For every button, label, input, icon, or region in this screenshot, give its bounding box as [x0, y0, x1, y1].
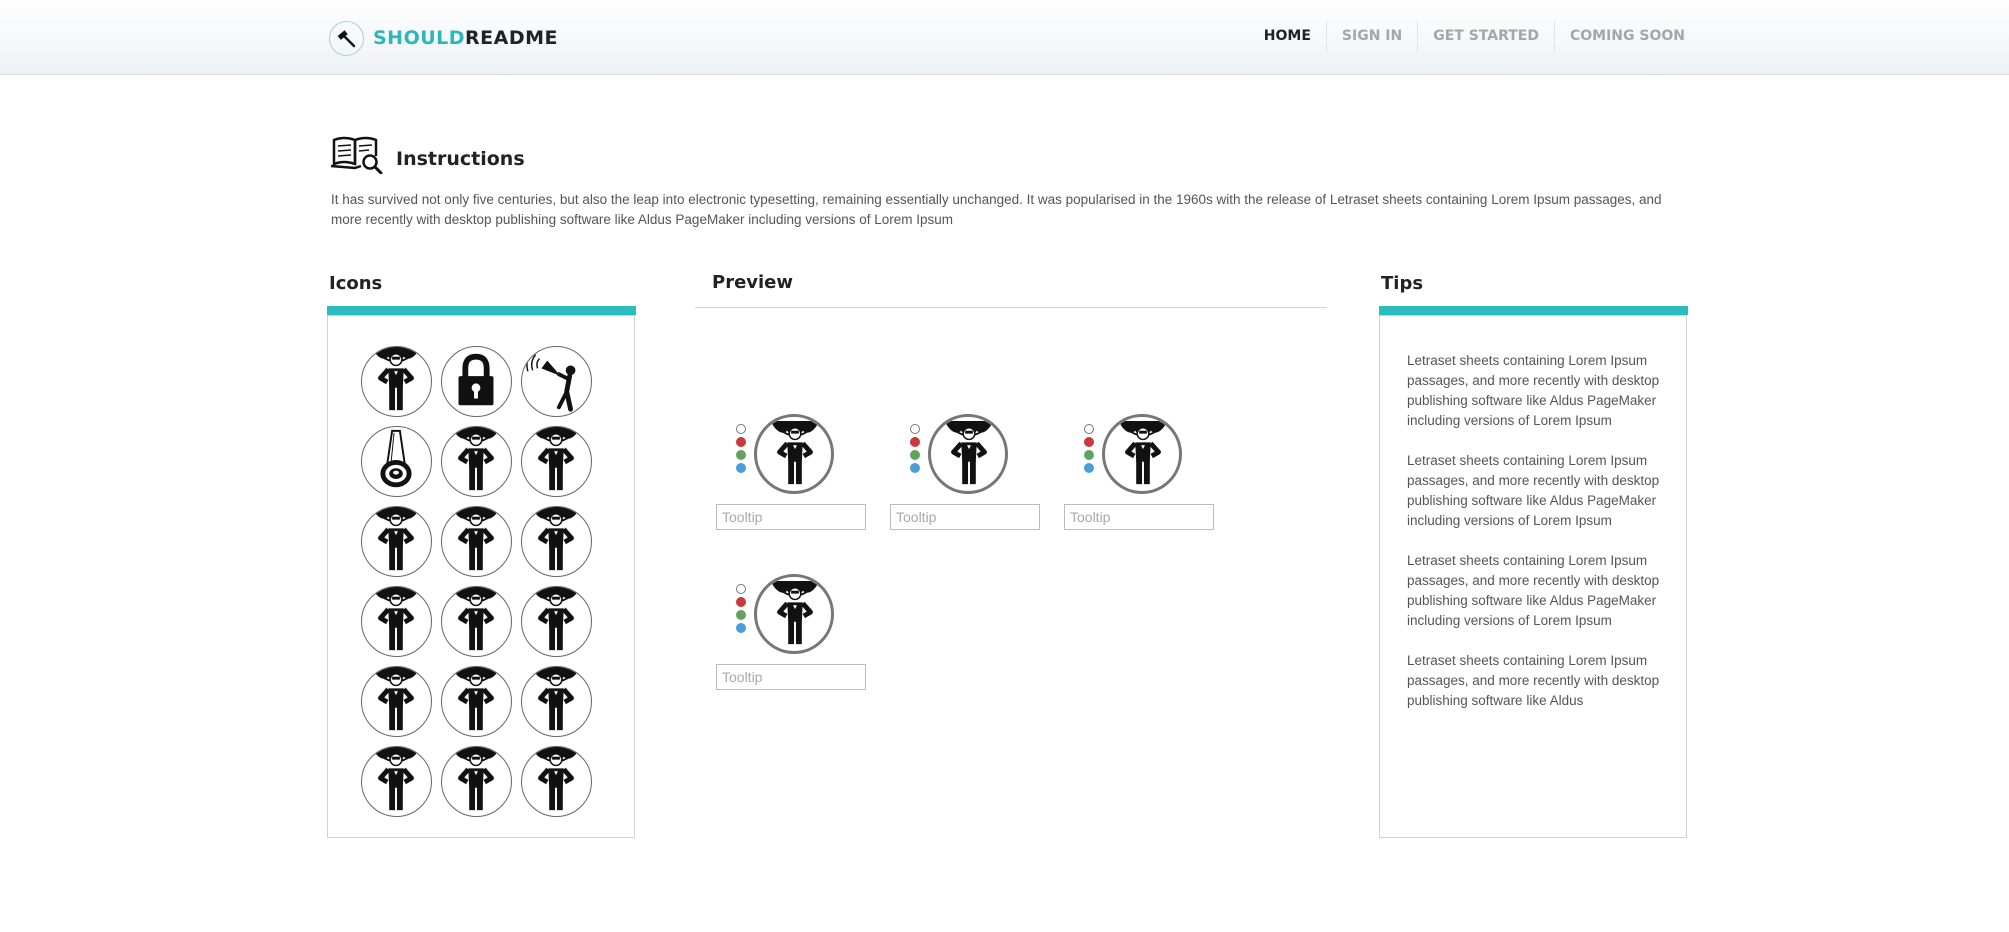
icon-option[interactable] [361, 426, 432, 497]
preview-item [716, 574, 866, 690]
logo-text: SHOULDREADME [373, 27, 558, 49]
tip-item: Letraset sheets containing Lorem Ipsum p… [1407, 353, 1660, 428]
icon-option[interactable] [521, 586, 592, 657]
color-picker [736, 584, 748, 636]
logo[interactable]: SHOULDREADME [329, 20, 558, 56]
tooltip-input[interactable] [1064, 504, 1214, 530]
instructions-text: It has survived not only five centuries,… [331, 192, 1662, 227]
tooltip-input[interactable] [716, 504, 866, 530]
green-color-dot[interactable] [736, 610, 746, 620]
icon-option[interactable] [521, 426, 592, 497]
white-color-dot[interactable] [1084, 424, 1094, 434]
nav-sign-in[interactable]: SIGN IN [1325, 20, 1417, 52]
tips-title: Tips [1381, 273, 1424, 294]
icon-option[interactable] [521, 506, 592, 577]
blue-color-dot[interactable] [736, 463, 746, 473]
preview-icon-circle[interactable] [1102, 414, 1182, 494]
preview-icon-circle[interactable] [754, 414, 834, 494]
preview-icon-circle[interactable] [928, 414, 1008, 494]
top-header: SHOULDREADME HOME SIGN IN GET STARTED CO… [0, 0, 2009, 75]
icon-option[interactable] [441, 666, 512, 737]
nav-coming-soon[interactable]: COMING SOON [1553, 20, 1685, 52]
nav-get-started[interactable]: GET STARTED [1417, 20, 1554, 52]
white-color-dot[interactable] [910, 424, 920, 434]
green-color-dot[interactable] [910, 450, 920, 460]
nav-home[interactable]: HOME [1249, 20, 1326, 52]
blue-color-dot[interactable] [1084, 463, 1094, 473]
preview-title: Preview [712, 272, 794, 293]
icon-option[interactable] [361, 586, 432, 657]
icon-option[interactable] [441, 506, 512, 577]
color-picker [910, 424, 922, 476]
red-color-dot[interactable] [736, 597, 746, 607]
tip-item: Letraset sheets containing Lorem Ipsum p… [1407, 453, 1660, 528]
icon-option[interactable] [521, 346, 592, 417]
logo-text-accent: SHOULD [373, 27, 466, 49]
color-picker [736, 424, 748, 476]
blue-color-dot[interactable] [736, 623, 746, 633]
icon-option[interactable] [441, 586, 512, 657]
preview-icon-circle[interactable] [754, 574, 834, 654]
white-color-dot[interactable] [736, 424, 746, 434]
icon-option[interactable] [361, 346, 432, 417]
preview-item [716, 414, 866, 530]
icon-option[interactable] [361, 746, 432, 817]
main-nav: HOME SIGN IN GET STARTED COMING SOON [1249, 20, 1685, 52]
instructions-title: Instructions [396, 148, 525, 170]
color-picker [1084, 424, 1096, 476]
tips-accent-bar [1379, 306, 1688, 315]
blue-color-dot[interactable] [910, 463, 920, 473]
icon-option[interactable] [521, 746, 592, 817]
preview-item [1064, 414, 1214, 530]
tip-item: Letraset sheets containing Lorem Ipsum p… [1407, 653, 1660, 708]
logo-text-rest: README [465, 27, 559, 49]
tooltip-input[interactable] [716, 664, 866, 690]
tips-panel: Letraset sheets containing Lorem Ipsum p… [1379, 315, 1687, 838]
icons-accent-bar [327, 306, 636, 315]
icons-title: Icons [329, 273, 383, 294]
icon-option[interactable] [361, 666, 432, 737]
red-color-dot[interactable] [910, 437, 920, 447]
red-color-dot[interactable] [736, 437, 746, 447]
hammer-icon [329, 20, 364, 56]
tip-item: Letraset sheets containing Lorem Ipsum p… [1407, 553, 1660, 628]
icon-option[interactable] [441, 346, 512, 417]
white-color-dot[interactable] [736, 584, 746, 594]
red-color-dot[interactable] [1084, 437, 1094, 447]
icon-option[interactable] [361, 506, 432, 577]
preview-item [890, 414, 1040, 530]
tooltip-input[interactable] [890, 504, 1040, 530]
icon-option[interactable] [441, 746, 512, 817]
green-color-dot[interactable] [1084, 450, 1094, 460]
green-color-dot[interactable] [736, 450, 746, 460]
icon-option[interactable] [521, 666, 592, 737]
book-search-icon [330, 134, 383, 175]
icon-option[interactable] [441, 426, 512, 497]
preview-divider [695, 307, 1327, 308]
